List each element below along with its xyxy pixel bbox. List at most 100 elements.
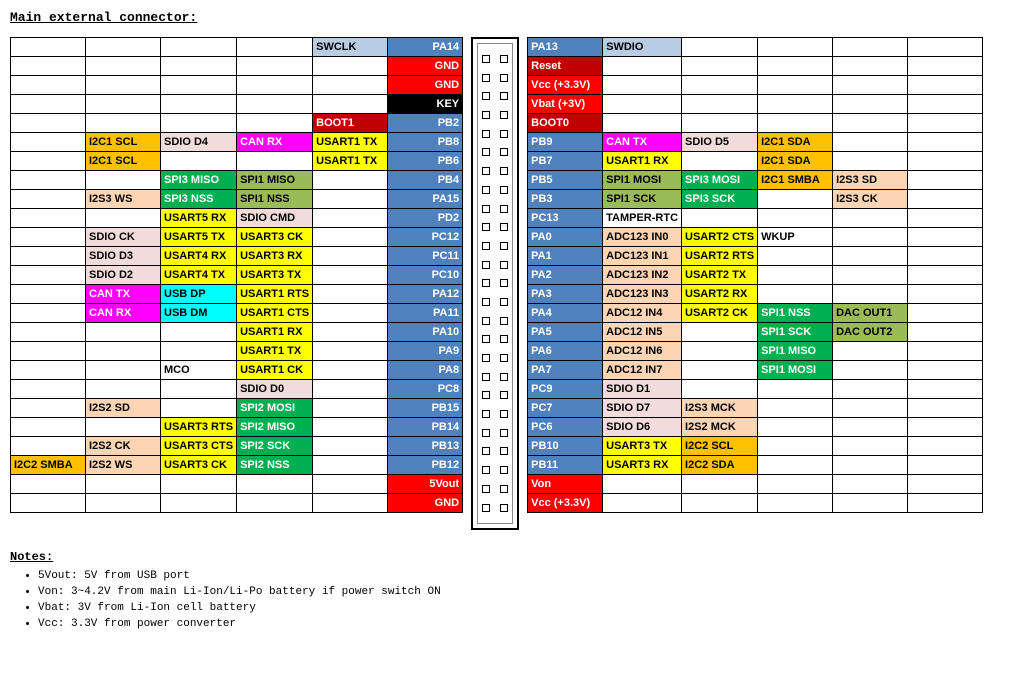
pin-cell: PB9	[528, 133, 603, 152]
empty-cell	[313, 399, 388, 418]
empty-cell	[11, 494, 86, 513]
pin-cell: USART1 CK	[237, 361, 313, 380]
empty-cell	[908, 228, 983, 247]
right-pin-table: PA13SWDIOResetVcc (+3.3V)Vbat (+3V)BOOT0…	[527, 37, 983, 513]
empty-cell	[682, 209, 758, 228]
empty-cell	[237, 475, 313, 494]
pin-cell: SPI1 NSS	[237, 190, 313, 209]
pin-cell: CAN RX	[86, 304, 161, 323]
pin-cell: I2S2 WS	[86, 456, 161, 475]
connector-pin	[482, 186, 490, 194]
empty-cell	[86, 494, 161, 513]
empty-cell	[758, 38, 833, 57]
empty-cell	[833, 475, 908, 494]
pin-cell: PC11	[388, 247, 463, 266]
pin-cell: USART5 TX	[161, 228, 237, 247]
pin-cell: PA4	[528, 304, 603, 323]
pin-cell: I2C1 SCL	[86, 152, 161, 171]
pin-cell: PC13	[528, 209, 603, 228]
empty-cell	[11, 342, 86, 361]
empty-cell	[908, 133, 983, 152]
empty-cell	[833, 95, 908, 114]
empty-cell	[161, 76, 237, 95]
notes-heading: Notes:	[10, 550, 1014, 564]
pin-cell: SDIO D1	[603, 380, 682, 399]
empty-cell	[161, 95, 237, 114]
connector-pin	[482, 148, 490, 156]
pin-cell: USART3 RX	[603, 456, 682, 475]
connector-pin	[482, 335, 490, 343]
pin-cell: USART3 RTS	[161, 418, 237, 437]
connector-pin	[482, 167, 490, 175]
pin-cell: MCO	[161, 361, 237, 380]
pin-cell: Reset	[528, 57, 603, 76]
pin-cell: PC7	[528, 399, 603, 418]
pin-cell: I2S3 SD	[833, 171, 908, 190]
empty-cell	[86, 342, 161, 361]
empty-cell	[682, 380, 758, 399]
pin-cell: I2S2 SD	[86, 399, 161, 418]
empty-cell	[908, 171, 983, 190]
empty-cell	[908, 399, 983, 418]
pin-cell: PB13	[388, 437, 463, 456]
pin-cell: USART2 CTS	[682, 228, 758, 247]
pin-cell: USART4 TX	[161, 266, 237, 285]
connector-pin	[500, 485, 508, 493]
empty-cell	[237, 494, 313, 513]
connector-pin	[500, 447, 508, 455]
pin-cell: SPI2 MISO	[237, 418, 313, 437]
pin-cell: I2S2 MCK	[682, 418, 758, 437]
empty-cell	[11, 285, 86, 304]
pin-cell: 5Vout	[388, 475, 463, 494]
connector-pin-row	[482, 499, 508, 518]
pin-cell: SPI1 MISO	[237, 171, 313, 190]
pin-cell: I2C1 SDA	[758, 152, 833, 171]
connector-pin	[482, 504, 490, 512]
connector-pin	[500, 223, 508, 231]
pin-cell: PA10	[388, 323, 463, 342]
pin-cell: PA0	[528, 228, 603, 247]
pin-cell: PB2	[388, 114, 463, 133]
connector-pin	[500, 186, 508, 194]
empty-cell	[313, 95, 388, 114]
pin-cell: I2C1 SDA	[758, 133, 833, 152]
pin-cell: I2C2 SMBA	[11, 456, 86, 475]
note-item: Vbat: 3V from Li-Ion cell battery	[38, 600, 1014, 616]
pin-cell: PB4	[388, 171, 463, 190]
connector-pin	[482, 485, 490, 493]
pin-cell: SDIO CMD	[237, 209, 313, 228]
empty-cell	[758, 380, 833, 399]
empty-cell	[833, 38, 908, 57]
connector-pin	[500, 391, 508, 399]
connector-pin	[482, 223, 490, 231]
notes-list: 5Vout: 5V from USB portVon: 3~4.2V from …	[10, 568, 1014, 632]
pin-cell: Vcc (+3.3V)	[528, 76, 603, 95]
empty-cell	[313, 57, 388, 76]
empty-cell	[161, 494, 237, 513]
empty-cell	[11, 171, 86, 190]
empty-cell	[237, 57, 313, 76]
pin-cell: SDIO D5	[682, 133, 758, 152]
pin-cell: PC8	[388, 380, 463, 399]
empty-cell	[313, 494, 388, 513]
pin-cell: USART2 RTS	[682, 247, 758, 266]
empty-cell	[313, 247, 388, 266]
empty-cell	[758, 399, 833, 418]
empty-cell	[908, 418, 983, 437]
connector-pin-row	[482, 143, 508, 162]
empty-cell	[86, 171, 161, 190]
pin-cell: PA3	[528, 285, 603, 304]
empty-cell	[313, 437, 388, 456]
pin-cell: GND	[388, 57, 463, 76]
pin-cell: I2C2 SDA	[682, 456, 758, 475]
connector-pin	[482, 205, 490, 213]
empty-cell	[682, 323, 758, 342]
pin-cell: CAN TX	[86, 285, 161, 304]
pin-cell: I2S2 CK	[86, 437, 161, 456]
connector-pin	[482, 466, 490, 474]
pin-cell: PC6	[528, 418, 603, 437]
pin-cell: PC9	[528, 380, 603, 399]
empty-cell	[237, 38, 313, 57]
empty-cell	[603, 114, 682, 133]
empty-cell	[908, 437, 983, 456]
